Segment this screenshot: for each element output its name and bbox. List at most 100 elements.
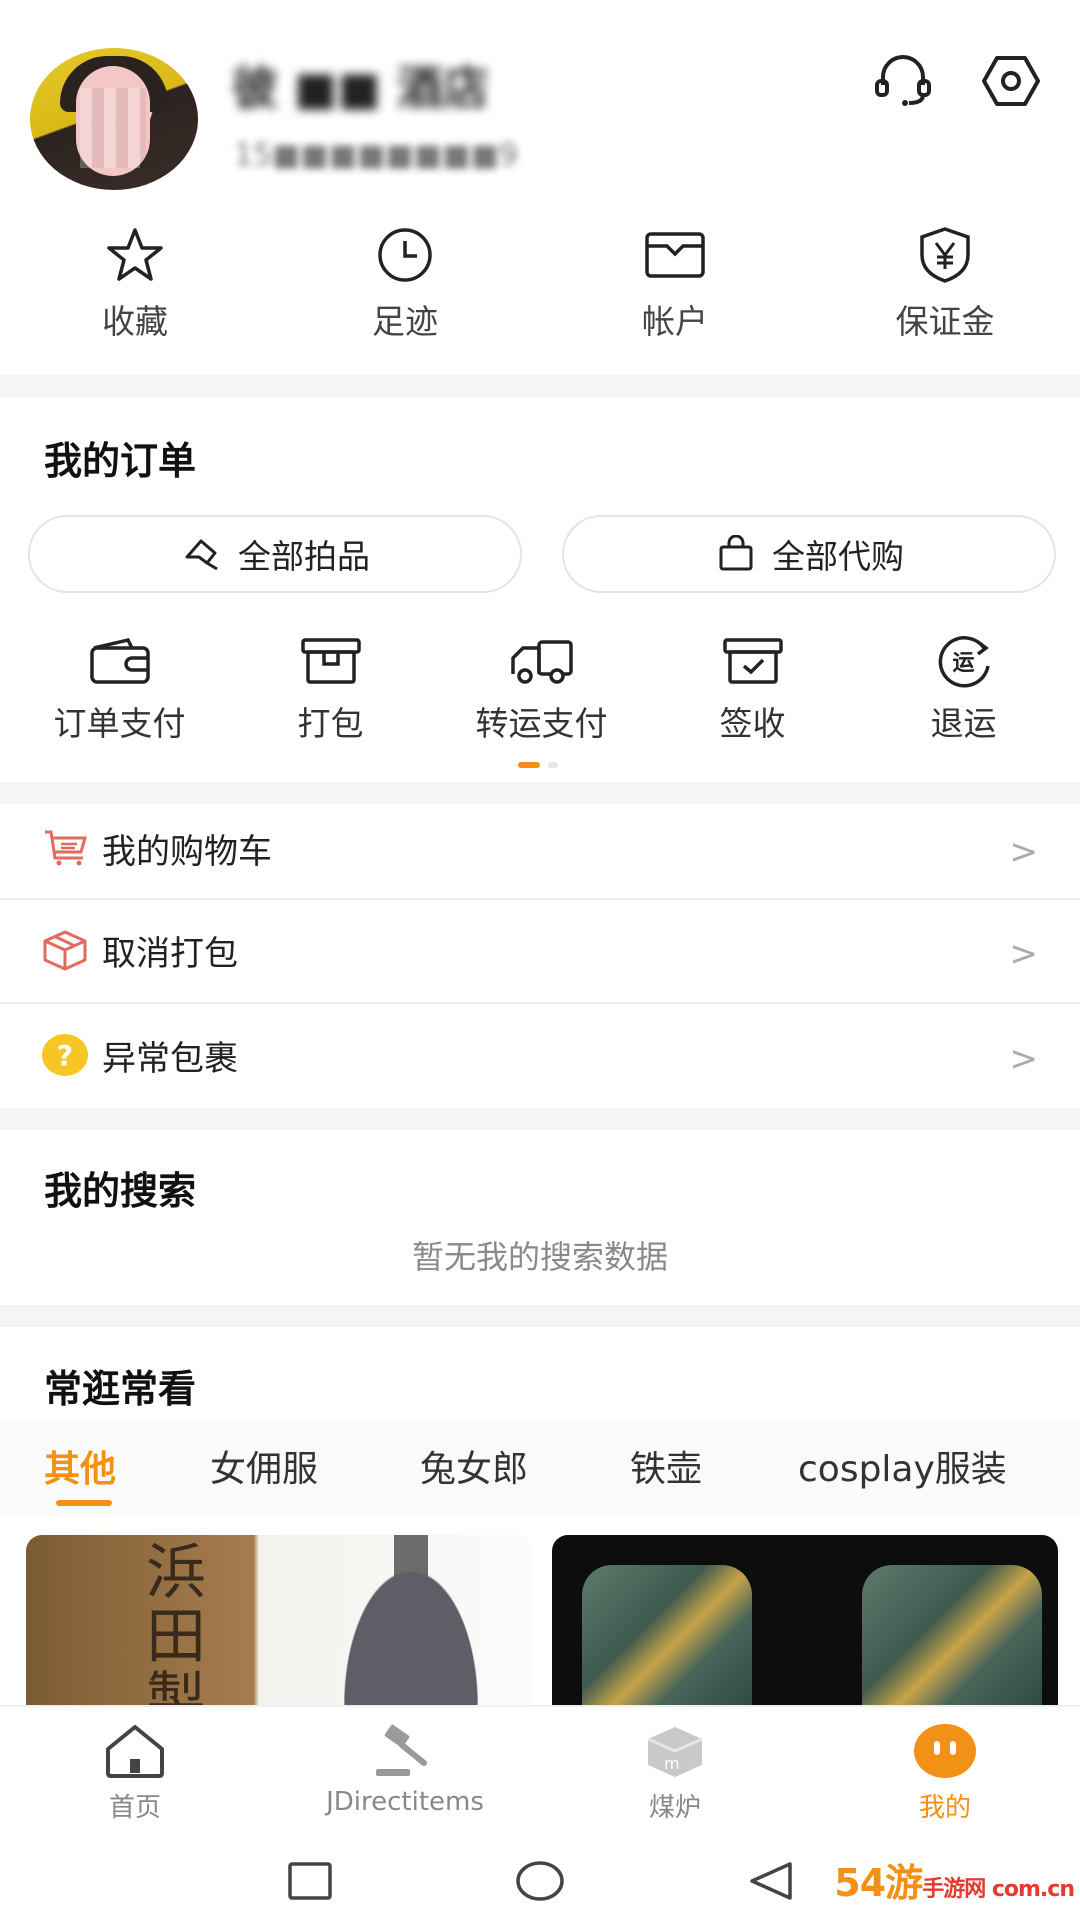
list-item-cancel-pack[interactable]: 取消打包 > <box>0 900 1080 1000</box>
nav-jdirectitems-label: JDirectitems <box>326 1787 484 1817</box>
section-divider <box>0 1108 1080 1130</box>
box-icon <box>296 635 366 687</box>
nav-mine[interactable]: 我的 <box>810 1707 1080 1845</box>
list-item-abnormal-package-label: 异常包裹 <box>102 1038 238 1079</box>
quick-actions: 收藏 足迹 帐户 保证金 <box>0 225 1080 360</box>
quick-deposit[interactable]: 保证金 <box>810 225 1080 360</box>
chevron-right-icon: > <box>1009 934 1039 974</box>
order-pay[interactable]: 订单支付 <box>14 635 225 745</box>
gavel-icon <box>369 1721 441 1781</box>
all-proxy-label: 全部代购 <box>772 537 904 576</box>
list-item-cart[interactable]: 我的购物车 > <box>0 798 1080 898</box>
question-icon: ? <box>40 1033 90 1077</box>
all-auction-label: 全部拍品 <box>238 537 370 576</box>
quick-history-label: 足迹 <box>372 302 438 341</box>
order-pack-label: 打包 <box>297 704 364 743</box>
nav-home-label: 首页 <box>108 1793 161 1823</box>
nav-mine-label: 我的 <box>918 1793 971 1823</box>
package-icon <box>40 928 90 972</box>
all-auction-button[interactable]: 全部拍品 <box>28 515 522 593</box>
product-inscription: 浜田製 <box>146 1538 206 1705</box>
home-icon <box>99 1721 171 1781</box>
product-card[interactable] <box>552 1535 1058 1705</box>
section-divider <box>0 1305 1080 1327</box>
list-item-abnormal-package[interactable]: ? 异常包裹 > <box>0 1005 1080 1105</box>
search-empty-text: 暂无我的搜索数据 <box>411 1238 668 1276</box>
product-image-bronze <box>582 1565 752 1705</box>
headset-icon[interactable] <box>868 48 938 114</box>
gear-icon[interactable] <box>976 48 1046 114</box>
gavel-tag-icon <box>180 534 224 574</box>
question-glyph: ? <box>56 1038 74 1072</box>
category-tabs: 其他 女佣服 兔女郎 铁壶 cosplay服装 <box>0 1420 1080 1515</box>
active-tab-indicator <box>56 1500 112 1506</box>
home-circle-icon[interactable] <box>512 1859 568 1903</box>
order-pack[interactable]: 打包 <box>225 635 436 745</box>
tab-other[interactable]: 其他 <box>44 1440 116 1492</box>
product-image-vase <box>326 1535 496 1705</box>
order-return-label: 退运 <box>930 704 997 743</box>
quick-favorites[interactable]: 收藏 <box>0 225 270 360</box>
order-pay-label: 订单支付 <box>53 704 186 743</box>
return-icon: 运 <box>929 635 999 688</box>
list-item-cancel-pack-label: 取消打包 <box>102 933 238 974</box>
back-icon[interactable] <box>742 1859 798 1903</box>
tab-cosplay[interactable]: cosplay服装 <box>798 1440 1007 1492</box>
order-receive-label: 签收 <box>719 704 786 743</box>
avatar[interactable] <box>30 48 198 190</box>
order-return[interactable]: 运 退运 <box>858 635 1069 745</box>
tab-maid-outfit[interactable]: 女佣服 <box>210 1440 318 1492</box>
nav-mercari[interactable]: m 煤炉 <box>540 1707 810 1845</box>
avatar-pixelation <box>80 88 146 168</box>
site-watermark: 54游手游网 com.cn <box>834 1852 1075 1907</box>
check-box-icon <box>718 635 788 687</box>
watermark-sub: 手游网 com.cn <box>922 1877 1075 1902</box>
chevron-right-icon: > <box>1009 1039 1039 1079</box>
svg-text:m: m <box>664 1754 680 1773</box>
order-receive[interactable]: 签收 <box>647 635 858 745</box>
chevron-right-icon: > <box>1009 832 1039 872</box>
wallet-card-icon <box>85 635 155 687</box>
watermark-main: 54游 <box>834 1861 923 1905</box>
profile-header: 彼 ■■ 酒店 15■■■■■■■■9 <box>0 0 1080 200</box>
quick-history[interactable]: 足迹 <box>270 225 540 360</box>
recent-apps-icon[interactable] <box>282 1859 338 1903</box>
mercari-box-icon: m <box>639 1721 711 1781</box>
page-indicator <box>518 762 558 768</box>
tab-iron-kettle[interactable]: 铁壶 <box>630 1440 702 1492</box>
phone-number: 15■■■■■■■■9 <box>234 138 519 173</box>
profile-face-icon <box>909 1721 981 1781</box>
list-item-cart-label: 我的购物车 <box>102 831 272 872</box>
return-glyph: 运 <box>952 651 975 676</box>
product-card[interactable]: 浜田製 <box>26 1535 532 1705</box>
cart-icon <box>40 826 90 870</box>
nav-home[interactable]: 首页 <box>0 1707 270 1845</box>
section-divider <box>0 375 1080 397</box>
star-icon <box>103 225 167 285</box>
page-dot-active <box>518 762 540 768</box>
shopping-bag-icon <box>714 534 758 574</box>
bottom-nav: 首页 JDirectitems m 煤炉 我的 <box>0 1705 1080 1845</box>
username[interactable]: 彼 ■■ 酒店 <box>232 52 489 118</box>
row-divider <box>0 1002 1080 1004</box>
quick-account-label: 帐户 <box>642 302 708 341</box>
tab-bunny-girl[interactable]: 兔女郎 <box>420 1440 528 1492</box>
page-dot <box>548 762 558 768</box>
all-proxy-button[interactable]: 全部代购 <box>562 515 1056 593</box>
search-title: 我的搜索 <box>44 1169 197 1213</box>
wallet-icon <box>643 225 707 285</box>
nav-jdirectitems[interactable]: JDirectitems <box>270 1707 540 1845</box>
order-status-row: 订单支付 打包 转运支付 签收 运 退运 <box>0 635 1080 745</box>
shield-yen-icon <box>913 225 977 285</box>
quick-account[interactable]: 帐户 <box>540 225 810 360</box>
order-transfer-pay[interactable]: 转运支付 <box>436 635 647 745</box>
nav-mercari-label: 煤炉 <box>648 1793 701 1823</box>
clock-icon <box>373 225 437 285</box>
browse-title: 常逛常看 <box>44 1367 197 1411</box>
quick-deposit-label: 保证金 <box>895 302 995 341</box>
product-image-bronze <box>862 1565 1042 1705</box>
truck-icon <box>507 635 577 687</box>
orders-title: 我的订单 <box>44 439 197 483</box>
quick-favorites-label: 收藏 <box>102 302 168 341</box>
order-transfer-pay-label: 转运支付 <box>475 704 608 743</box>
